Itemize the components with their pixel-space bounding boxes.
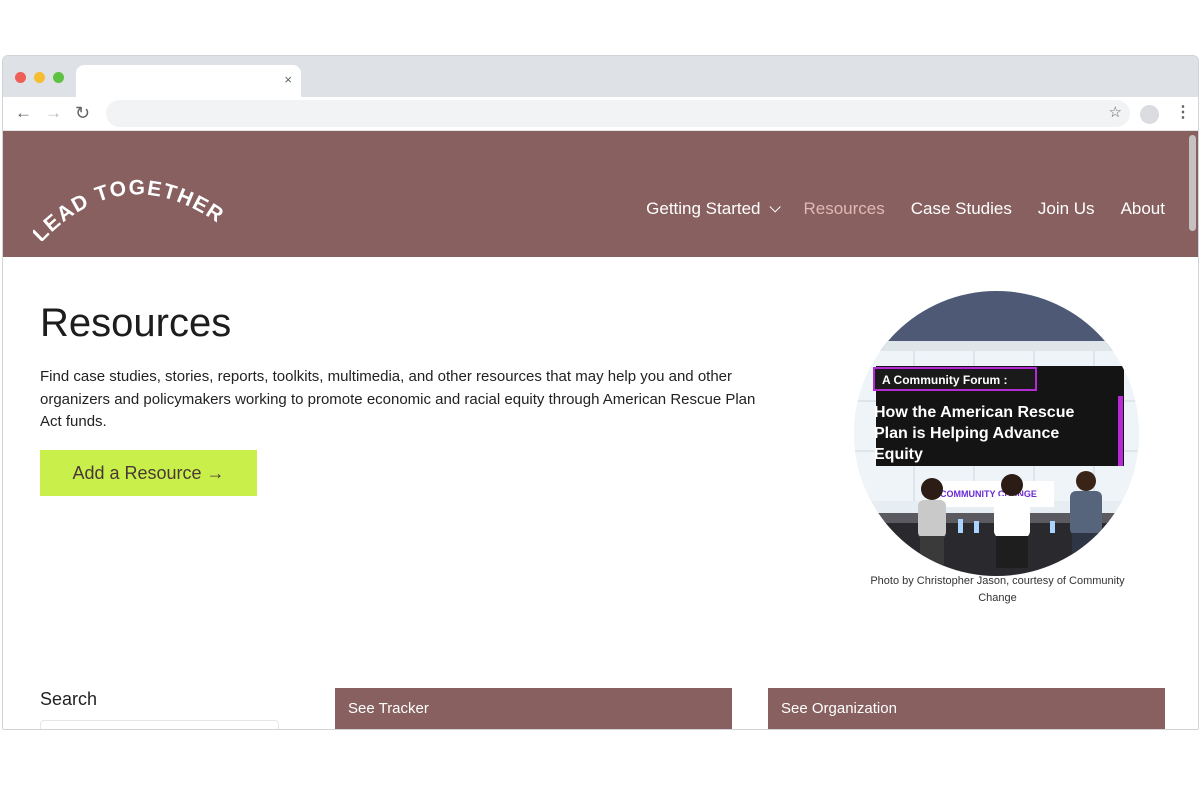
screen-tag: A Community Forum : (882, 373, 1008, 387)
logo-text: LEAD TOGETHER (33, 176, 227, 241)
photo-caption: Photo by Christopher Jason, courtesy of … (870, 575, 1125, 604)
nav-getting-started[interactable]: Getting Started (646, 199, 782, 219)
back-arrow-icon[interactable]: ← (15, 103, 32, 123)
scrollbar-thumb[interactable] (1189, 135, 1196, 231)
site-header: LEAD TOGETHER Getting Started Resources … (3, 131, 1198, 257)
chevron-down-icon (769, 201, 782, 213)
search-label: Search (40, 689, 98, 709)
close-tab-icon[interactable]: × (284, 72, 292, 88)
forum-photo-illustration: A Community Forum : How the American Res… (854, 291, 1139, 576)
nav-case-studies[interactable]: Case Studies (911, 199, 1012, 219)
bookmark-star-icon[interactable]: ☆ (1109, 104, 1122, 122)
lead-together-logo[interactable]: LEAD TOGETHER (33, 171, 238, 241)
nav-join-us[interactable]: Join Us (1038, 199, 1095, 219)
browser-window: × ← → ↻ ☆ ⋮ LEAD TOGETHER Getting Starte… (2, 55, 1199, 730)
forward-arrow-icon[interactable]: → (45, 103, 62, 123)
page-intro: Find case studies, stories, reports, too… (40, 368, 756, 430)
screen-headline-2: Plan is Helping Advance (874, 425, 1059, 442)
reload-icon[interactable]: ↻ (75, 103, 90, 123)
browser-menu-icon[interactable]: ⋮ (1175, 103, 1191, 123)
see-organization-card[interactable]: See Organization (768, 688, 1165, 729)
maximize-window-button[interactable] (53, 72, 64, 83)
tab-bar: × (3, 56, 1198, 97)
nav-label: Getting Started (646, 199, 761, 218)
nav-about[interactable]: About (1121, 199, 1165, 219)
nav-resources[interactable]: Resources (803, 199, 884, 219)
main-nav: Getting Started Resources Case Studies J… (620, 199, 1165, 219)
page-viewport: LEAD TOGETHER Getting Started Resources … (3, 131, 1198, 729)
minimize-window-button[interactable] (34, 72, 45, 83)
profile-avatar[interactable] (1140, 105, 1159, 124)
see-tracker-card[interactable]: See Tracker (335, 688, 732, 729)
svg-text:LEAD TOGETHER: LEAD TOGETHER (33, 176, 228, 241)
hero-photo: A Community Forum : How the American Res… (854, 291, 1139, 576)
address-bar[interactable]: ☆ (106, 100, 1130, 127)
add-resource-button[interactable]: Add a Resource → (40, 450, 257, 496)
close-window-button[interactable] (15, 72, 26, 83)
browser-toolbar: ← → ↻ ☆ ⋮ (3, 97, 1198, 131)
screen-headline-1: How the American Rescue (874, 404, 1074, 421)
search-input[interactable] (40, 720, 279, 729)
browser-tab[interactable]: × (76, 65, 301, 97)
page-title: Resources (40, 301, 232, 345)
screen-headline-3: Equity (874, 446, 923, 463)
